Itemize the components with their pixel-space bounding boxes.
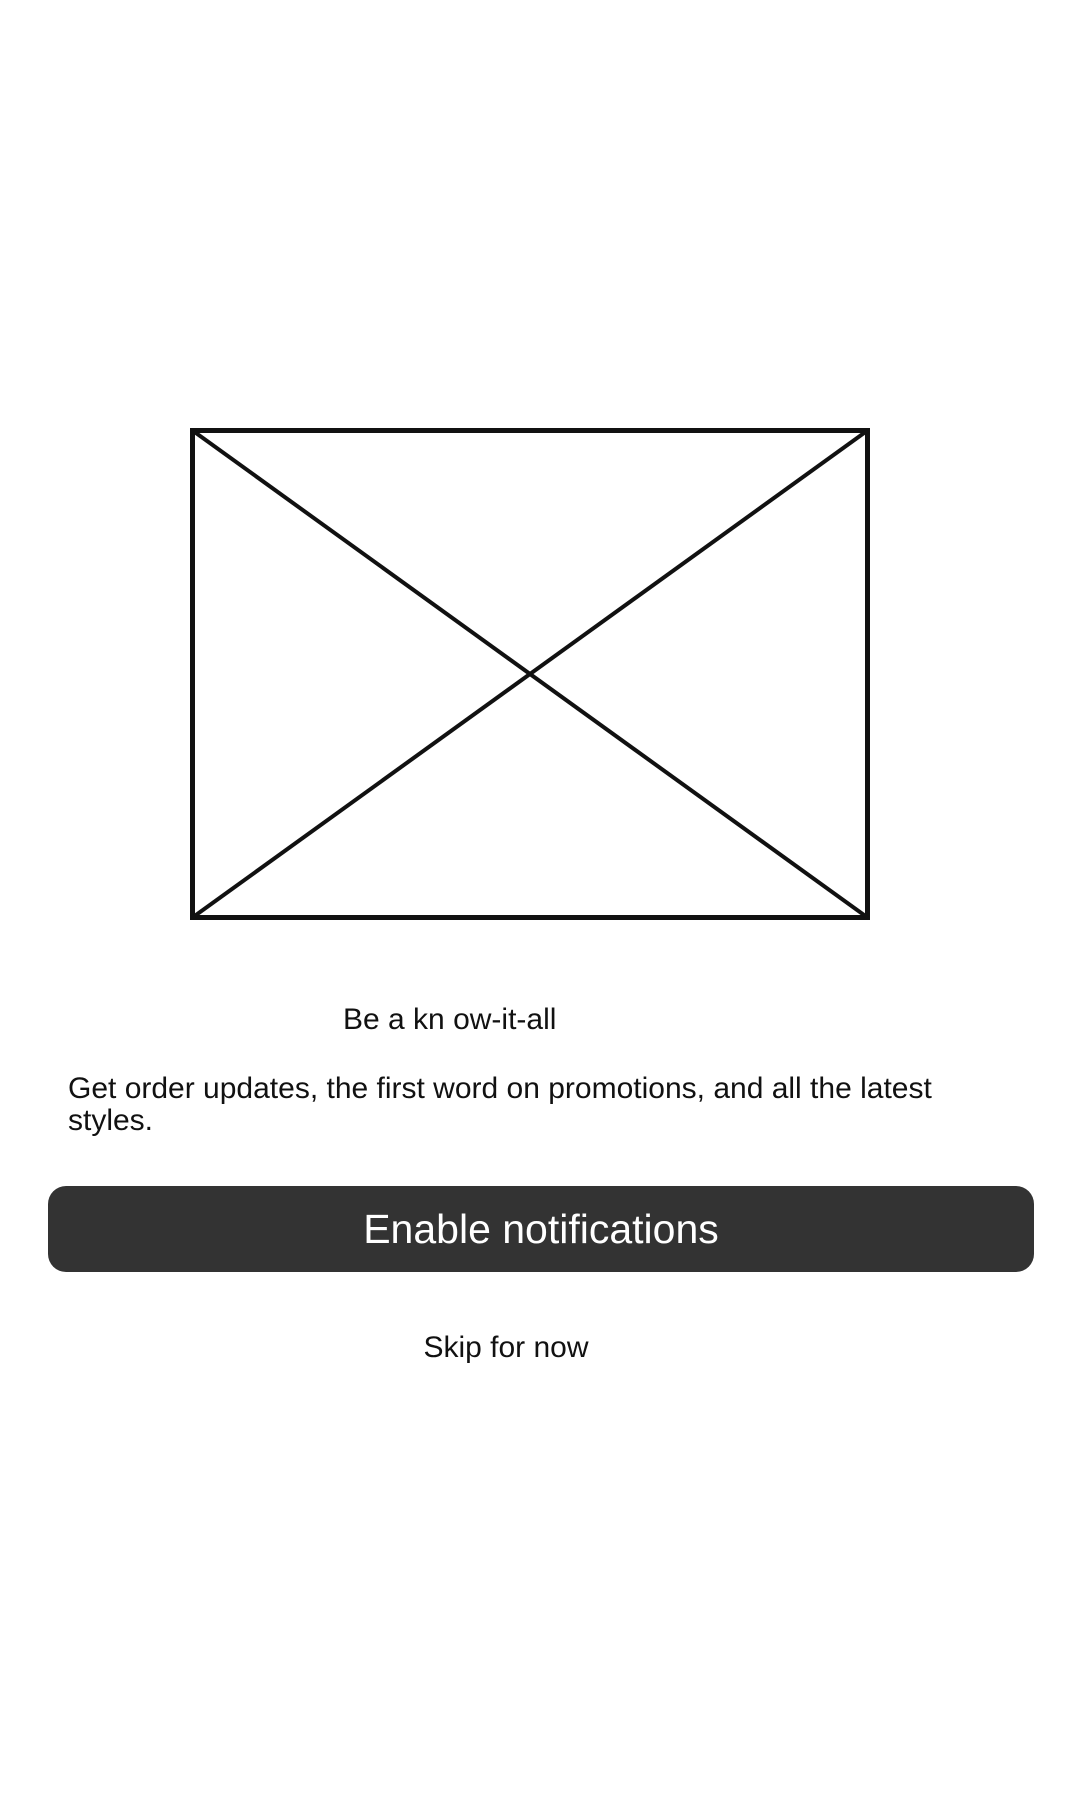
description-text: Get order updates, the first word on pro…: [68, 1072, 932, 1137]
skip-for-now-link[interactable]: Skip for now: [0, 1330, 1012, 1366]
image-placeholder-graphic: [190, 428, 870, 920]
image-placeholder-icon: [190, 428, 870, 920]
enable-notifications-button[interactable]: Enable notifications: [48, 1186, 1034, 1272]
headline: Be a kn ow-it-all: [343, 1003, 557, 1036]
